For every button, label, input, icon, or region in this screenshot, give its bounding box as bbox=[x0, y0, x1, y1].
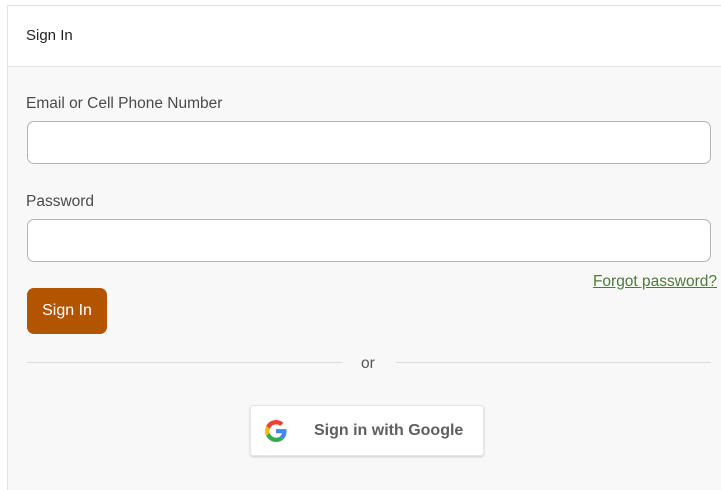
email-label: Email or Cell Phone Number bbox=[26, 95, 223, 112]
signin-card: Sign In Email or Cell Phone Number Passw… bbox=[7, 5, 721, 490]
google-sign-in-button[interactable]: Sign in with Google bbox=[250, 405, 484, 456]
card-header: Sign In bbox=[8, 6, 721, 67]
divider-or-text: or bbox=[361, 355, 375, 372]
email-field[interactable] bbox=[27, 121, 711, 164]
page-title: Sign In bbox=[26, 27, 73, 44]
google-g-icon bbox=[265, 420, 287, 442]
forgot-password-link[interactable]: Forgot password? bbox=[593, 273, 717, 291]
google-sign-in-label: Sign in with Google bbox=[314, 422, 464, 439]
password-field[interactable] bbox=[27, 219, 711, 262]
divider-line-right bbox=[396, 362, 711, 363]
sign-in-button[interactable]: Sign In bbox=[27, 288, 107, 334]
divider-line-left bbox=[27, 362, 342, 363]
password-label: Password bbox=[26, 193, 95, 210]
